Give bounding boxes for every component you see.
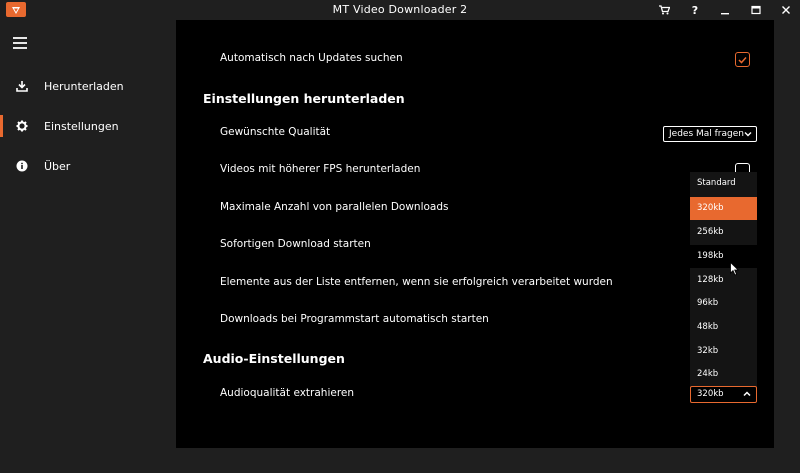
dropdown-option-96kb[interactable]: 96kb xyxy=(690,292,757,315)
auto-update-checkbox[interactable] xyxy=(735,52,750,67)
scrollbar[interactable] xyxy=(774,20,782,448)
audio-quality-dropdown: Standard 320kb 256kb 198kb 128kb 96kb 48… xyxy=(690,172,757,387)
quality-label: Gewünschte Qualität xyxy=(220,126,331,138)
info-icon xyxy=(16,160,28,172)
minimize-icon[interactable] xyxy=(710,0,740,20)
dropdown-option-320kb[interactable]: 320kb xyxy=(690,197,757,220)
sidebar: Herunterladen Einstellungen Über xyxy=(0,20,176,473)
download-icon xyxy=(16,80,28,92)
title-bar: MT Video Downloader 2 ? xyxy=(0,0,800,20)
dropdown-option-198kb[interactable]: 198kb xyxy=(690,245,757,268)
autostart-label: Downloads bei Programmstart automatisch … xyxy=(220,313,489,325)
high-fps-label: Videos mit höherer FPS herunterladen xyxy=(220,163,421,175)
sidebar-item-ueber[interactable]: Über xyxy=(0,146,176,186)
audio-quality-select-value: 320kb xyxy=(697,389,724,399)
gear-icon xyxy=(16,120,28,132)
cart-icon[interactable] xyxy=(649,0,679,20)
quality-select[interactable]: Jedes Mal fragen xyxy=(663,126,757,142)
audio-quality-select[interactable]: 320kb xyxy=(690,386,757,403)
auto-update-label: Automatisch nach Updates suchen xyxy=(220,52,403,64)
help-icon[interactable]: ? xyxy=(680,0,710,20)
download-section-title: Einstellungen herunterladen xyxy=(203,91,405,106)
close-icon[interactable] xyxy=(771,0,800,20)
dropdown-option-24kb[interactable]: 24kb xyxy=(690,363,757,386)
checkmark-icon xyxy=(738,56,747,64)
sidebar-item-einstellungen[interactable]: Einstellungen xyxy=(0,106,176,146)
sidebar-item-herunterladen[interactable]: Herunterladen xyxy=(0,66,176,106)
settings-panel: Automatisch nach Updates suchen Einstell… xyxy=(176,20,774,448)
sidebar-item-label: Einstellungen xyxy=(44,119,119,133)
chevron-up-icon xyxy=(743,391,751,397)
dropdown-option-standard[interactable]: Standard xyxy=(690,172,757,195)
dropdown-option-48kb[interactable]: 48kb xyxy=(690,316,757,339)
dropdown-option-32kb[interactable]: 32kb xyxy=(690,340,757,363)
remove-items-label: Elemente aus der Liste entfernen, wenn s… xyxy=(220,276,613,288)
instant-download-label: Sofortigen Download starten xyxy=(220,238,371,250)
sidebar-item-label: Über xyxy=(44,159,71,173)
parallel-downloads-label: Maximale Anzahl von parallelen Downloads xyxy=(220,201,449,213)
hamburger-menu-icon[interactable] xyxy=(13,37,27,49)
sidebar-item-label: Herunterladen xyxy=(44,79,124,93)
audio-section-title: Audio-Einstellungen xyxy=(203,351,345,366)
dropdown-option-128kb[interactable]: 128kb xyxy=(690,269,757,292)
quality-select-value: Jedes Mal fragen xyxy=(669,129,744,139)
chevron-down-icon xyxy=(744,132,752,137)
audio-quality-label: Audioqualität extrahieren xyxy=(220,387,355,399)
restore-icon[interactable] xyxy=(741,0,771,20)
dropdown-option-256kb[interactable]: 256kb xyxy=(690,221,757,244)
mouse-cursor-icon xyxy=(730,262,740,276)
